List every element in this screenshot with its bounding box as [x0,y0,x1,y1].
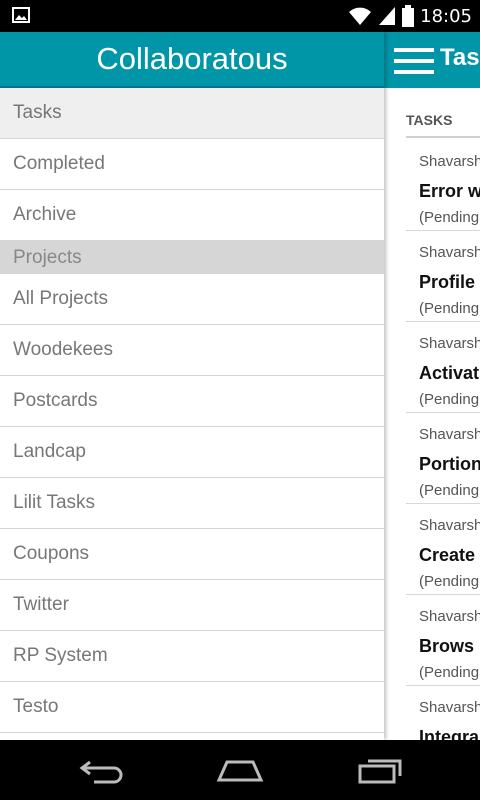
system-nav-bar [0,740,480,800]
menu-icon[interactable] [394,46,434,76]
task-status: (Pending [419,482,480,499]
task-status: (Pending [419,664,480,681]
task-owner: Shavarsh [419,608,480,625]
task-status: (Pending [419,573,480,590]
wifi-icon [349,7,372,25]
task-row[interactable]: Shavarsh Integra [406,685,480,740]
task-status: (Pending [419,300,480,317]
task-owner: Shavarsh [419,244,480,261]
back-icon[interactable] [76,754,126,786]
task-row[interactable]: Shavarsh Error w (Pending [406,139,480,231]
drawer-item-coupons[interactable]: Coupons [0,529,384,580]
tasks-screen-title: Tas [440,44,480,71]
home-icon[interactable] [215,754,265,786]
task-row[interactable]: Shavarsh Activat (Pending [406,321,480,413]
task-status: (Pending [419,209,480,226]
battery-icon [402,5,415,27]
task-name: Brows [419,636,475,656]
task-row[interactable]: Shavarsh Brows (Pending [406,594,480,686]
clock: 18:05 [420,5,472,27]
image-icon [12,7,30,23]
task-owner: Shavarsh [419,153,480,170]
recent-apps-icon[interactable] [356,754,406,786]
projects-section-header: Projects [0,241,384,274]
drawer-header: Collaboratous [0,32,384,88]
drawer-item-rp-system[interactable]: RP System [0,631,384,682]
app-title: Collaboratous [96,41,288,76]
tasks-screen: Tas TASKS Shavarsh Error w (Pending Shav… [384,32,480,740]
drawer-item-testo[interactable]: Testo [0,682,384,733]
tasks-section-header: TASKS [406,112,453,128]
drawer-item-woodekees[interactable]: Woodekees [0,325,384,376]
task-row[interactable]: Shavarsh Profile (Pending [406,230,480,322]
drawer-menu: Tasks Completed Archive Projects All Pro… [0,88,384,733]
drawer-item-postcards[interactable]: Postcards [0,376,384,427]
drawer-item-archive[interactable]: Archive [0,190,384,241]
task-row[interactable]: Shavarsh Create (Pending [406,503,480,595]
task-owner: Shavarsh [419,699,480,716]
task-row[interactable]: Shavarsh Portion (Pending [406,412,480,504]
task-name: Integra [419,727,480,740]
task-name: Error w [419,181,480,201]
task-name: Create [419,545,476,565]
divider [406,136,480,138]
task-owner: Shavarsh [419,426,480,443]
navigation-drawer: Collaboratous Tasks Completed Archive Pr… [0,32,384,740]
task-status: (Pending [419,391,480,408]
task-owner: Shavarsh [419,335,480,352]
drawer-item-all-projects[interactable]: All Projects [0,274,384,325]
task-name: Activat [419,363,480,383]
drawer-item-twitter[interactable]: Twitter [0,580,384,631]
status-bar: 18:05 [0,0,480,32]
task-name: Profile [419,272,476,292]
drawer-item-landcap[interactable]: Landcap [0,427,384,478]
tasks-action-bar: Tas [384,32,480,88]
task-name: Portion [419,454,480,474]
drawer-item-tasks[interactable]: Tasks [0,88,384,139]
signal-icon [379,7,396,25]
drawer-item-completed[interactable]: Completed [0,139,384,190]
drawer-item-lilit-tasks[interactable]: Lilit Tasks [0,478,384,529]
task-owner: Shavarsh [419,517,480,534]
